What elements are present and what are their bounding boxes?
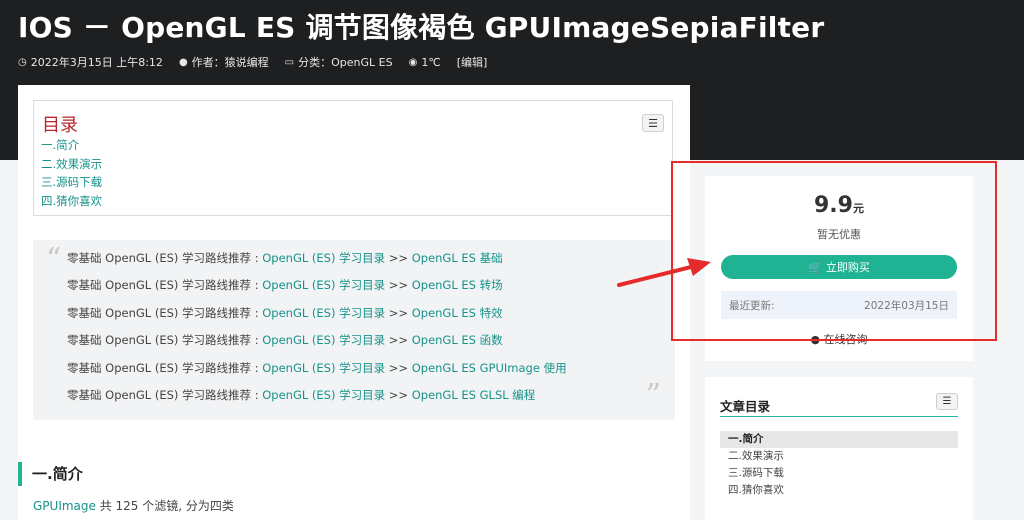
quote-link-main[interactable]: OpenGL (ES) 学习目录 xyxy=(262,333,385,347)
sidebar-toc-item-active[interactable]: 一.简介 xyxy=(720,431,958,448)
article-body: 目录 ☰ 一.简介 二.效果演示 三.源码下载 四.猜你喜欢 “ 零基础 Ope… xyxy=(18,85,690,520)
highlight-annotation-box xyxy=(671,161,997,341)
open-quote-icon: “ xyxy=(46,242,62,277)
sidebar-toc-divider xyxy=(720,416,958,417)
quote-sep: >> xyxy=(385,387,412,402)
quote-lines: 零基础 OpenGL (ES) 学习路线推荐 : OpenGL (ES) 学习目… xyxy=(67,245,567,409)
quote-link-main[interactable]: OpenGL (ES) 学习目录 xyxy=(262,361,385,375)
quote-prefix: 零基础 OpenGL (ES) 学习路线推荐 : xyxy=(67,333,263,348)
quote-line: 零基础 OpenGL (ES) 学习路线推荐 : OpenGL (ES) 学习目… xyxy=(67,272,567,299)
list-toggle-icon[interactable]: ☰ xyxy=(936,393,958,410)
edit-link[interactable]: [编辑] xyxy=(457,54,488,70)
sidebar-toc-title: 文章目录 xyxy=(720,399,771,414)
quote-sep: >> xyxy=(385,333,412,348)
quote-link-main[interactable]: OpenGL (ES) 学习目录 xyxy=(262,278,385,292)
toc-title: 目录 xyxy=(42,115,78,136)
sidebar-toc-item[interactable]: 三.源码下载 xyxy=(720,465,958,482)
post-category-text[interactable]: 分类：OpenGL ES xyxy=(298,54,392,70)
quote-sep: >> xyxy=(385,305,412,320)
post-author[interactable]: ● 作者：猿说编程 xyxy=(179,54,269,70)
sidebar-article-toc: 文章目录 ☰ 一.简介 二.效果演示 三.源码下载 四.猜你喜欢 xyxy=(705,377,973,520)
quote-link-topic[interactable]: OpenGL ES 基础 xyxy=(412,251,503,265)
page-title: IOS － OpenGL ES 调节图像褐色 GPUImageSepiaFilt… xyxy=(18,11,825,44)
quote-line: 零基础 OpenGL (ES) 学习路线推荐 : OpenGL (ES) 学习目… xyxy=(67,382,567,409)
section-paragraph-text: 共 125 个滤镜, 分为四类 xyxy=(95,499,234,513)
quote-link-main[interactable]: OpenGL (ES) 学习目录 xyxy=(262,306,385,320)
quote-line: 零基础 OpenGL (ES) 学习路线推荐 : OpenGL (ES) 学习目… xyxy=(67,327,567,354)
toc-list: 一.简介 二.效果演示 三.源码下载 四.猜你喜欢 xyxy=(41,136,102,210)
quote-prefix: 零基础 OpenGL (ES) 学习路线推荐 : xyxy=(67,360,263,375)
user-icon: ● xyxy=(178,56,188,68)
quote-link-topic[interactable]: OpenGL ES 函数 xyxy=(412,333,503,347)
sidebar-toc-item[interactable]: 二.效果演示 xyxy=(720,448,958,465)
folder-icon: ▭ xyxy=(284,56,295,68)
gpuimage-link[interactable]: GPUImage xyxy=(33,499,96,513)
quote-prefix: 零基础 OpenGL (ES) 学习路线推荐 : xyxy=(67,305,263,320)
quote-sep: >> xyxy=(385,251,412,265)
sidebar-toc-item[interactable]: 四.猜你喜欢 xyxy=(720,482,958,499)
learning-path-quote: “ 零基础 OpenGL (ES) 学习路线推荐 : OpenGL (ES) 学… xyxy=(33,240,675,420)
toc-item[interactable]: 二.效果演示 xyxy=(41,155,102,174)
quote-prefix: 零基础 OpenGL (ES) 学习路线推荐 : xyxy=(67,278,263,293)
quote-line: 零基础 OpenGL (ES) 学习路线推荐 : OpenGL (ES) 学习目… xyxy=(67,300,567,327)
post-author-text[interactable]: 作者：猿说编程 xyxy=(192,54,269,70)
quote-sep: >> xyxy=(385,360,412,375)
quote-sep: >> xyxy=(385,278,412,293)
quote-link-main[interactable]: OpenGL (ES) 学习目录 xyxy=(262,388,385,402)
sidebar-toc-list: 一.简介 二.效果演示 三.源码下载 四.猜你喜欢 xyxy=(720,431,958,499)
quote-link-topic[interactable]: OpenGL ES 特效 xyxy=(412,306,503,320)
quote-link-topic[interactable]: OpenGL ES 转场 xyxy=(412,278,503,292)
quote-prefix: 零基础 OpenGL (ES) 学习路线推荐 : xyxy=(67,251,263,265)
quote-prefix: 零基础 OpenGL (ES) 学习路线推荐 : xyxy=(67,387,263,402)
post-date: ◷ 2022年3月15日 上午8:12 xyxy=(18,54,163,70)
arrow-annotation-icon xyxy=(617,258,711,287)
section-heading: 一.简介 xyxy=(18,462,83,486)
close-quote-icon: ” xyxy=(645,378,661,413)
toc-item[interactable]: 四.猜你喜欢 xyxy=(41,192,102,211)
eye-icon: ◉ xyxy=(408,56,418,68)
toc-item[interactable]: 一.简介 xyxy=(41,136,102,155)
quote-line: 零基础 OpenGL (ES) 学习路线推荐 : OpenGL (ES) 学习目… xyxy=(67,245,567,272)
post-views-text: 1℃ xyxy=(421,55,441,69)
list-toggle-icon[interactable]: ☰ xyxy=(642,114,664,132)
quote-link-main[interactable]: OpenGL (ES) 学习目录 xyxy=(262,251,385,265)
quote-line: 零基础 OpenGL (ES) 学习路线推荐 : OpenGL (ES) 学习目… xyxy=(67,355,567,382)
table-of-contents: 目录 ☰ 一.简介 二.效果演示 三.源码下载 四.猜你喜欢 xyxy=(33,100,673,216)
quote-link-topic[interactable]: OpenGL ES GLSL 编程 xyxy=(412,388,536,402)
post-meta: ◷ 2022年3月15日 上午8:12 ● 作者：猿说编程 ▭ 分类：OpenG… xyxy=(18,54,487,70)
section-paragraph: GPUImage 共 125 个滤镜, 分为四类 xyxy=(33,497,234,514)
clock-icon: ◷ xyxy=(18,56,27,68)
toc-item[interactable]: 三.源码下载 xyxy=(41,173,102,192)
quote-link-topic[interactable]: OpenGL ES GPUImage 使用 xyxy=(412,361,567,375)
post-date-text: 2022年3月15日 上午8:12 xyxy=(30,56,163,69)
post-category[interactable]: ▭ 分类：OpenGL ES xyxy=(285,54,393,70)
post-views: ◉ 1℃ xyxy=(409,54,441,70)
